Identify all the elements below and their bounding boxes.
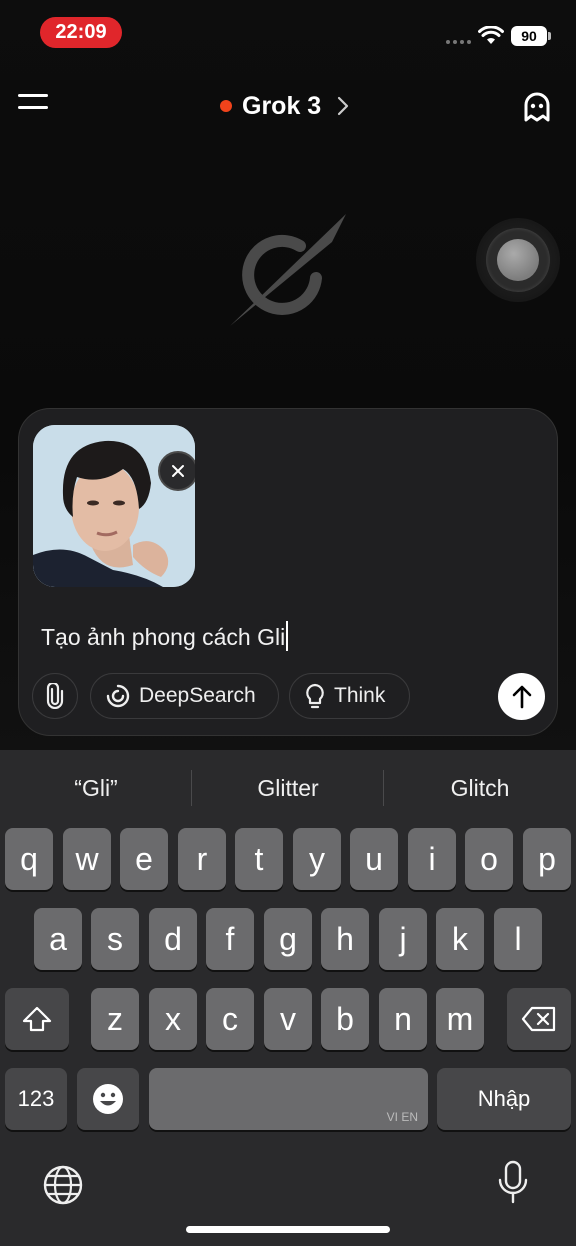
key-k[interactable]: k <box>436 908 484 970</box>
menu-icon <box>18 94 48 97</box>
attach-button[interactable] <box>32 673 78 719</box>
microphone-icon[interactable] <box>496 1160 530 1206</box>
key-m[interactable]: m <box>436 988 484 1050</box>
backspace-key[interactable] <box>507 988 571 1050</box>
space-key[interactable]: VI EN <box>149 1068 428 1130</box>
key-u[interactable]: u <box>350 828 398 890</box>
voice-orb-button[interactable] <box>476 218 560 302</box>
close-icon <box>172 465 184 477</box>
message-composer: Tạo ảnh phong cách Gli DeepSearch Think <box>18 408 558 736</box>
menu-button[interactable] <box>18 94 50 120</box>
key-q[interactable]: q <box>5 828 53 890</box>
model-name: Grok 3 <box>242 91 322 120</box>
text-caret <box>286 621 289 651</box>
key-v[interactable]: v <box>264 988 312 1050</box>
model-selector[interactable]: Grok 3 <box>220 88 349 124</box>
keyboard: “Gli” Glitter Glitch q w e r t y u i o p… <box>0 750 576 1246</box>
model-status-dot <box>220 100 232 112</box>
ghost-icon[interactable] <box>520 90 554 124</box>
send-button[interactable] <box>498 673 545 720</box>
return-key[interactable]: Nhập <box>437 1068 571 1130</box>
key-z[interactable]: z <box>91 988 139 1050</box>
key-b[interactable]: b <box>321 988 369 1050</box>
think-button[interactable]: Think <box>289 673 410 719</box>
key-y[interactable]: y <box>293 828 341 890</box>
key-e[interactable]: e <box>120 828 168 890</box>
key-f[interactable]: f <box>206 908 254 970</box>
chevron-right-icon <box>338 96 349 116</box>
key-w[interactable]: w <box>63 828 111 890</box>
numbers-key[interactable]: 123 <box>5 1068 67 1130</box>
key-x[interactable]: x <box>149 988 197 1050</box>
battery-indicator: 90 <box>511 26 551 46</box>
deepsearch-button[interactable]: DeepSearch <box>90 673 279 719</box>
think-label: Think <box>334 684 386 707</box>
emoji-key[interactable] <box>77 1068 139 1130</box>
key-c[interactable]: c <box>206 988 254 1050</box>
arrow-up-icon <box>512 685 531 708</box>
key-r[interactable]: r <box>178 828 226 890</box>
backspace-icon <box>521 1006 556 1032</box>
globe-icon[interactable] <box>42 1164 84 1206</box>
deepsearch-label: DeepSearch <box>139 684 256 707</box>
prompt-input[interactable]: Tạo ảnh phong cách Gli <box>41 621 289 651</box>
paperclip-icon <box>46 683 64 709</box>
key-g[interactable]: g <box>264 908 312 970</box>
suggestion-2[interactable]: Glitter <box>192 750 384 826</box>
key-a[interactable]: a <box>34 908 82 970</box>
key-o[interactable]: o <box>465 828 513 890</box>
lightbulb-icon <box>306 683 324 709</box>
key-h[interactable]: h <box>321 908 369 970</box>
grok-logo-icon <box>230 214 346 326</box>
status-time: 22:09 <box>40 17 122 48</box>
cellular-signal-icon <box>446 40 471 44</box>
wifi-icon <box>478 26 504 44</box>
suggestion-bar: “Gli” Glitter Glitch <box>0 750 576 826</box>
suggestion-3[interactable]: Glitch <box>384 750 576 826</box>
emoji-icon <box>93 1084 123 1114</box>
key-p[interactable]: p <box>523 828 571 890</box>
key-t[interactable]: t <box>235 828 283 890</box>
shift-icon <box>22 1006 52 1032</box>
remove-attachment-button[interactable] <box>158 451 195 491</box>
deepsearch-icon <box>106 684 130 708</box>
key-j[interactable]: j <box>379 908 427 970</box>
key-l[interactable]: l <box>494 908 542 970</box>
status-bar: 22:09 90 <box>0 0 576 60</box>
suggestion-1[interactable]: “Gli” <box>0 750 192 826</box>
prompt-text: Tạo ảnh phong cách Gli <box>41 624 286 650</box>
attached-photo <box>33 425 195 587</box>
key-d[interactable]: d <box>149 908 197 970</box>
space-language-label: VI EN <box>386 1110 418 1124</box>
image-attachment[interactable] <box>33 425 195 587</box>
grok-app: 22:09 90 Grok 3 Tạo ảnh phong cách Gli D… <box>0 0 576 750</box>
shift-key[interactable] <box>5 988 69 1050</box>
key-n[interactable]: n <box>379 988 427 1050</box>
home-indicator <box>186 1226 390 1233</box>
key-i[interactable]: i <box>408 828 456 890</box>
key-s[interactable]: s <box>91 908 139 970</box>
